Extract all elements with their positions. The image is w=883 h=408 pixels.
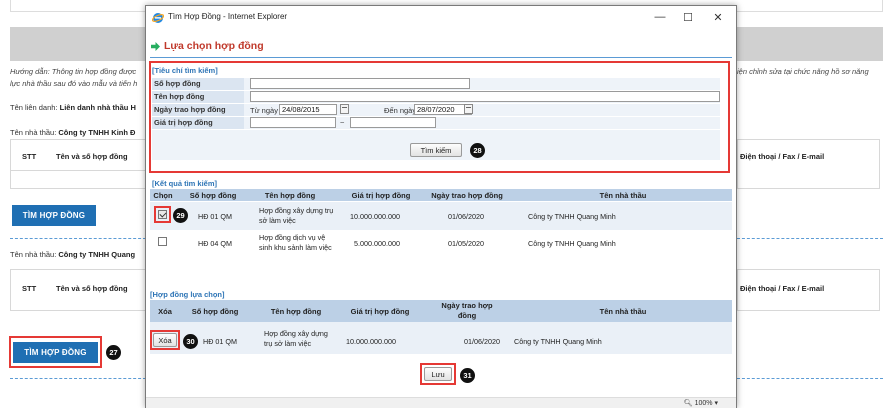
- table-row[interactable]: [150, 322, 732, 354]
- zoom-icon: 🔍︎: [683, 400, 693, 407]
- to-date-label: Đến ngày: [384, 106, 417, 115]
- step-badge-31: 31: [460, 368, 475, 383]
- from-date-input[interactable]: 24/08/2015: [279, 104, 337, 115]
- value-separator: ~: [340, 118, 345, 127]
- maximize-button[interactable]: ☐: [674, 9, 702, 25]
- contract-name-label: Tên hợp đồng: [152, 91, 244, 103]
- close-button[interactable]: ✕: [704, 9, 732, 25]
- consortium-line: Tên liên danh: Liên danh nhà thầu H: [10, 103, 136, 112]
- col-contract-name-2: Tên và số hợp đồng: [56, 284, 128, 293]
- award-date-label: Ngày trao hợp đồng: [152, 104, 244, 116]
- delete-button[interactable]: Xóa: [153, 333, 177, 347]
- heading-text: Lựa chọn hợp đồng: [164, 40, 264, 52]
- hint-text-right: iện chỉnh sửa tại chức năng hồ sơ năng: [737, 67, 869, 76]
- col-stt-2: STT: [22, 284, 37, 293]
- calendar-icon[interactable]: [340, 104, 349, 114]
- internet-explorer-icon: [152, 13, 164, 23]
- find-contract-button-2[interactable]: TÌM HỢP ĐỒNG: [13, 342, 98, 363]
- window-title: Tìm Hợp Đồng - Internet Explorer: [168, 12, 288, 21]
- green-arrow-icon: [151, 41, 160, 51]
- step-badge-27: 27: [106, 345, 121, 360]
- contract-name-input[interactable]: [250, 91, 720, 102]
- table-row[interactable]: [150, 230, 732, 258]
- table-row[interactable]: [150, 202, 732, 230]
- value-to-input[interactable]: [350, 117, 436, 128]
- save-button[interactable]: Lưu: [424, 367, 452, 381]
- status-bar: 🔍︎ 100% ▾: [146, 397, 736, 408]
- row-1-checkbox[interactable]: [158, 210, 167, 219]
- zoom-control[interactable]: 🔍︎ 100% ▾: [684, 399, 718, 407]
- col-phone-2: Điện thoại / Fax / E-mail: [740, 284, 825, 293]
- results-section-title: [Kết quả tìm kiếm]: [152, 179, 218, 188]
- calendar-icon[interactable]: [464, 104, 473, 114]
- step-badge-28: 28: [470, 143, 485, 158]
- window-titlebar[interactable]: Tìm Hợp Đồng - Internet Explorer — ☐ ✕: [146, 6, 736, 30]
- contract-table-1-right: [737, 139, 880, 189]
- contract-no-label: Số hợp đồng: [152, 78, 244, 90]
- search-section-title: [Tiêu chí tìm kiếm]: [152, 66, 218, 75]
- hint-text-line2: lực nhà thầu sau đó vào mẫu và tiến h: [10, 79, 138, 88]
- from-date-label: Từ ngày: [250, 106, 278, 115]
- contractor-line-1: Tên nhà thầu: Công ty TNHH Kinh Đ: [10, 128, 136, 137]
- step-badge-29: 29: [173, 208, 188, 223]
- contractor-line-2: Tên nhà thầu: Công ty TNHH Quang: [10, 250, 136, 259]
- selected-section-title: [Hợp đồng lựa chọn]: [150, 290, 225, 299]
- search-button[interactable]: Tìm kiếm: [410, 143, 462, 157]
- hint-text: Hướng dẫn: Thông tin hợp đồng được: [10, 67, 137, 76]
- col-stt: STT: [22, 152, 37, 161]
- col-contract-name: Tên và số hợp đồng: [56, 152, 128, 161]
- row-2-checkbox[interactable]: [158, 237, 167, 246]
- page-heading: Lựa chọn hợp đồng: [151, 40, 264, 52]
- step-badge-30: 30: [183, 334, 198, 349]
- minimize-button[interactable]: —: [646, 9, 674, 25]
- value-from-input[interactable]: [250, 117, 336, 128]
- value-label: Giá trị hợp đồng: [152, 117, 244, 129]
- popup-window: Tìm Hợp Đồng - Internet Explorer — ☐ ✕ L…: [145, 5, 737, 408]
- chevron-down-icon: ▾: [714, 400, 718, 407]
- col-phone: Điện thoại / Fax / E-mail: [740, 152, 825, 161]
- contract-no-input[interactable]: [250, 78, 470, 89]
- contract-table-1: [10, 139, 150, 189]
- popup-content: Lựa chọn hợp đồng [Tiêu chí tìm kiếm] Số…: [146, 30, 736, 397]
- find-contract-button-1[interactable]: TÌM HỢP ĐỒNG: [12, 205, 96, 226]
